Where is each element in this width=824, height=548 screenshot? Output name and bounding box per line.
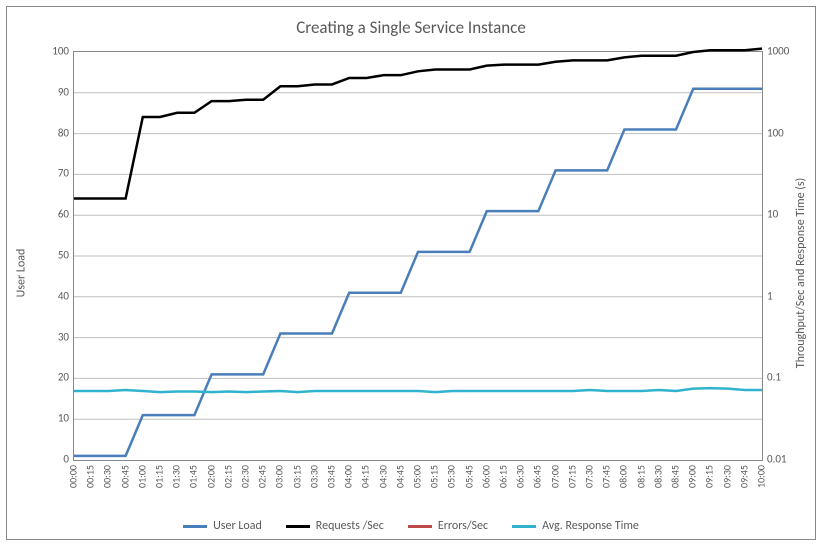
series-line bbox=[74, 388, 762, 392]
x-tick: 08:15 bbox=[634, 465, 647, 488]
legend-label: Avg. Response Time bbox=[542, 519, 639, 533]
y-left-tick: 0 bbox=[29, 453, 69, 466]
x-tick: 07:45 bbox=[600, 465, 613, 488]
x-tick: 05:00 bbox=[411, 465, 424, 488]
x-tick: 10:00 bbox=[755, 465, 768, 488]
x-tick: 08:30 bbox=[651, 465, 664, 488]
y-axis-left-label: User Load bbox=[13, 7, 29, 539]
x-tick: 01:15 bbox=[153, 465, 166, 488]
x-tick: 01:30 bbox=[170, 465, 183, 488]
chart-title: Creating a Single Service Instance bbox=[7, 17, 815, 38]
y-left-tick: 10 bbox=[29, 412, 69, 425]
y-left-tick: 90 bbox=[29, 85, 69, 98]
y-left-tick: 50 bbox=[29, 249, 69, 262]
x-tick: 08:00 bbox=[617, 465, 630, 488]
legend-swatch bbox=[183, 525, 207, 528]
x-tick: 08:45 bbox=[669, 465, 682, 488]
x-tick: 02:00 bbox=[204, 465, 217, 488]
y-right-tick: 10 bbox=[767, 208, 807, 221]
y-left-tick: 30 bbox=[29, 330, 69, 343]
x-tick: 04:00 bbox=[342, 465, 355, 488]
legend-item: User Load bbox=[183, 519, 262, 533]
series-line bbox=[74, 49, 762, 199]
x-tick: 02:15 bbox=[221, 465, 234, 488]
x-tick: 07:30 bbox=[583, 465, 596, 488]
x-tick: 00:00 bbox=[67, 465, 80, 488]
x-tick: 03:45 bbox=[325, 465, 338, 488]
legend-label: Requests /Sec bbox=[316, 519, 384, 533]
y-right-tick: 0.1 bbox=[767, 371, 807, 384]
x-tick: 00:15 bbox=[84, 465, 97, 488]
x-tick: 03:00 bbox=[273, 465, 286, 488]
x-tick: 09:45 bbox=[737, 465, 750, 488]
x-tick: 05:45 bbox=[462, 465, 475, 488]
y-left-tick: 40 bbox=[29, 289, 69, 302]
y-right-tick: 100 bbox=[767, 126, 807, 139]
x-tick: 02:45 bbox=[256, 465, 269, 488]
x-tick: 06:30 bbox=[514, 465, 527, 488]
y-left-tick: 60 bbox=[29, 208, 69, 221]
x-tick: 05:15 bbox=[428, 465, 441, 488]
x-tick: 01:45 bbox=[187, 465, 200, 488]
y-left-tick: 80 bbox=[29, 126, 69, 139]
legend-item: Errors/Sec bbox=[408, 519, 488, 533]
series-line bbox=[74, 89, 762, 456]
legend-item: Avg. Response Time bbox=[512, 519, 639, 533]
y-left-tick: 70 bbox=[29, 167, 69, 180]
legend-swatch bbox=[512, 525, 536, 528]
x-tick: 06:45 bbox=[531, 465, 544, 488]
x-tick: 06:00 bbox=[479, 465, 492, 488]
x-tick: 01:00 bbox=[135, 465, 148, 488]
legend-swatch bbox=[408, 525, 432, 528]
plot-area bbox=[73, 51, 763, 461]
x-tick: 07:15 bbox=[565, 465, 578, 488]
legend-item: Requests /Sec bbox=[286, 519, 384, 533]
y-right-tick: 1000 bbox=[767, 45, 807, 58]
y-left-tick: 20 bbox=[29, 371, 69, 384]
x-tick: 05:30 bbox=[445, 465, 458, 488]
x-tick: 03:15 bbox=[290, 465, 303, 488]
y-right-tick: 0.01 bbox=[767, 453, 807, 466]
y-right-tick: 1 bbox=[767, 289, 807, 302]
y-left-tick: 100 bbox=[29, 45, 69, 58]
legend-label: Errors/Sec bbox=[438, 519, 488, 533]
legend: User Load Requests /Sec Errors/Sec Avg. Res… bbox=[7, 519, 815, 533]
x-tick: 09:00 bbox=[686, 465, 699, 488]
x-tick: 09:30 bbox=[720, 465, 733, 488]
x-tick: 06:15 bbox=[497, 465, 510, 488]
x-tick: 04:45 bbox=[393, 465, 406, 488]
legend-swatch bbox=[286, 525, 310, 528]
x-tick: 04:15 bbox=[359, 465, 372, 488]
legend-label: User Load bbox=[213, 519, 262, 533]
x-tick: 07:00 bbox=[548, 465, 561, 488]
x-tick: 04:30 bbox=[376, 465, 389, 488]
x-tick: 09:15 bbox=[703, 465, 716, 488]
x-tick: 00:30 bbox=[101, 465, 114, 488]
x-tick: 03:30 bbox=[307, 465, 320, 488]
x-tick: 02:30 bbox=[239, 465, 252, 488]
chart-frame: Creating a Single Service Instance User … bbox=[6, 6, 816, 540]
x-tick: 00:45 bbox=[118, 465, 131, 488]
